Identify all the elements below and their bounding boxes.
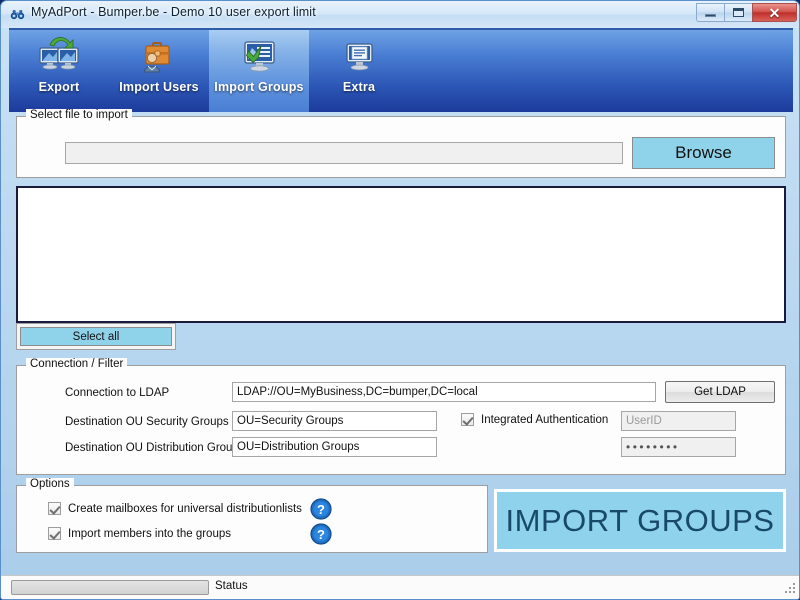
userid-input[interactable]: UserID (621, 411, 736, 431)
import-members-checkbox[interactable] (48, 527, 61, 540)
minimize-icon (705, 14, 716, 17)
option-import-members-row[interactable]: Import members into the groups (48, 527, 231, 540)
ldap-connection-input[interactable]: LDAP://OU=MyBusiness,DC=bumper,DC=local (232, 382, 656, 402)
ldap-label: Connection to LDAP (65, 387, 170, 399)
create-mailboxes-label: Create mailboxes for universal distribut… (68, 502, 302, 515)
client-area: Export Import Users Import Groups Extra … (9, 28, 793, 593)
window-title: MyAdPort - Bumper.be - Demo 10 user expo… (31, 5, 316, 19)
integrated-auth-row[interactable]: Integrated Authentication (461, 413, 608, 426)
minimize-button[interactable] (696, 3, 724, 22)
integrated-auth-checkbox[interactable] (461, 413, 474, 426)
select-file-groupbox: Select file to import Browse (16, 109, 786, 178)
select-all-button[interactable]: Select all (20, 327, 172, 346)
monitor-green-arrow-icon (244, 41, 275, 72)
close-button[interactable]: ✕ (752, 3, 797, 22)
option-create-mailboxes-row[interactable]: Create mailboxes for universal distribut… (48, 502, 302, 515)
tab-label: Import Groups (214, 80, 304, 94)
get-ldap-button[interactable]: Get LDAP (665, 381, 775, 403)
connection-group-title: Connection / Filter (26, 358, 128, 370)
help-question-icon[interactable]: ? (310, 498, 332, 520)
status-text: Status (215, 580, 248, 592)
svg-text:?: ? (317, 527, 325, 542)
help-question-icon[interactable]: ? (310, 523, 332, 545)
application-window: MyAdPort - Bumper.be - Demo 10 user expo… (0, 0, 800, 600)
password-input[interactable]: •••••••• (621, 437, 736, 457)
security-ou-label: Destination OU Security Groups (65, 416, 229, 428)
maximize-icon (733, 8, 744, 17)
select-all-container: Select all (16, 323, 176, 350)
import-groups-button[interactable]: IMPORT GROUPS (494, 489, 786, 552)
binoculars-icon (10, 10, 25, 20)
window-controls: ✕ (696, 3, 797, 22)
tab-import-users[interactable]: Import Users (109, 30, 209, 112)
monitor-document-icon (346, 43, 373, 71)
close-icon: ✕ (768, 4, 781, 21)
integrated-auth-label: Integrated Authentication (481, 413, 609, 426)
resize-grip-icon[interactable] (784, 583, 797, 596)
navigation-toolbar: Export Import Users Import Groups Extra (9, 28, 793, 112)
tab-label: Export (38, 80, 80, 94)
import-members-label: Import members into the groups (68, 527, 231, 540)
select-file-group-title: Select file to import (26, 109, 132, 121)
tab-extra[interactable]: Extra (309, 30, 409, 112)
distribution-ou-label: Destination OU Distribution Groups (65, 442, 245, 454)
file-path-input[interactable] (65, 142, 623, 164)
tab-label: Extra (342, 80, 376, 94)
progress-bar (11, 580, 209, 595)
export-monitors-icon (39, 37, 79, 70)
tab-export[interactable]: Export (9, 30, 109, 112)
maximize-button[interactable] (724, 3, 752, 22)
status-bar: Status (1, 575, 799, 599)
security-ou-input[interactable]: OU=Security Groups (232, 411, 437, 431)
connection-filter-groupbox: Connection / Filter Connection to LDAP L… (16, 358, 786, 475)
title-bar[interactable]: MyAdPort - Bumper.be - Demo 10 user expo… (1, 1, 799, 28)
browse-button[interactable]: Browse (632, 137, 775, 169)
distribution-ou-input[interactable]: OU=Distribution Groups (232, 437, 437, 457)
groups-listbox[interactable] (16, 186, 786, 323)
svg-text:?: ? (317, 502, 325, 517)
tab-label: Import Users (119, 80, 199, 94)
options-group-title: Options (26, 478, 74, 490)
tab-import-groups[interactable]: Import Groups (209, 30, 309, 112)
create-mailboxes-checkbox[interactable] (48, 502, 61, 515)
briefcase-user-icon (143, 42, 170, 73)
options-groupbox: Options Create mailboxes for universal d… (16, 478, 488, 553)
